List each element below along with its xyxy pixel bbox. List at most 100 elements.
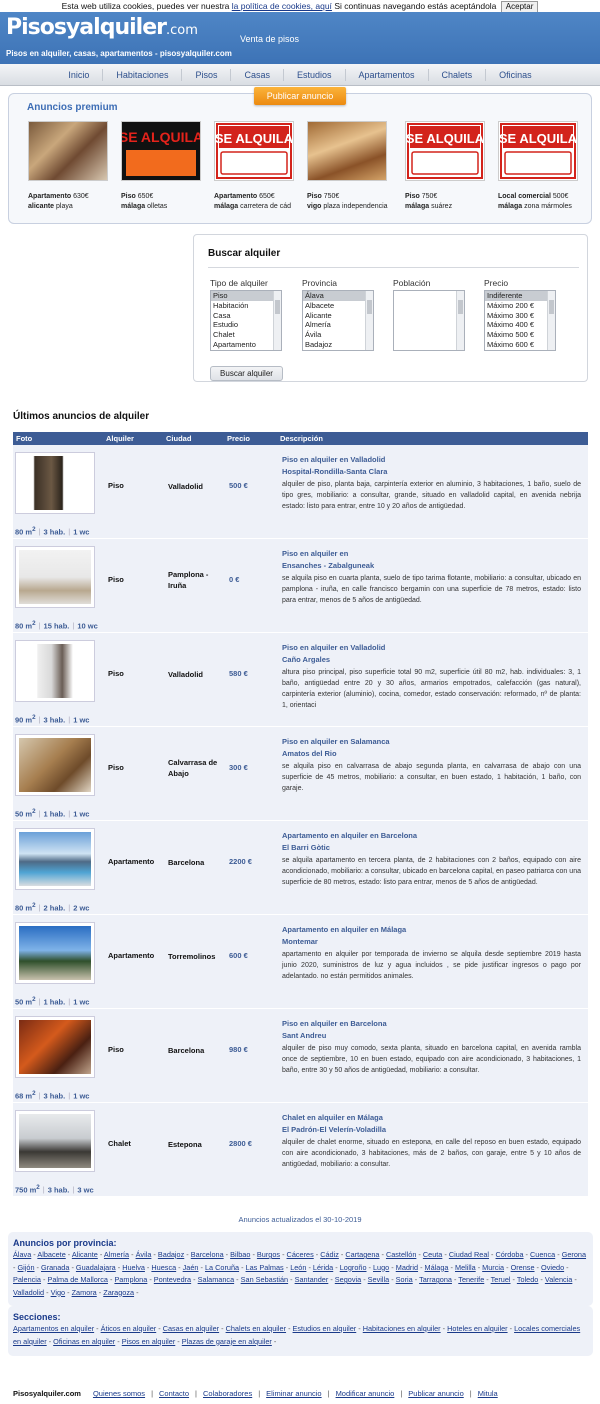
listing-row[interactable]: Piso Pamplona - Iruña 0 € Piso en alquiler … xyxy=(13,539,588,633)
tipo-select[interactable]: Piso Habitación Casa Estudio Chalet Apartamen… xyxy=(210,290,282,351)
select-option[interactable]: Máximo 600 € xyxy=(485,340,555,350)
listing-zone[interactable]: El Barri Gòtic xyxy=(282,842,581,854)
select-option[interactable]: Almería xyxy=(303,320,373,330)
footer-link[interactable]: Publicar anuncio xyxy=(408,1389,463,1398)
province-link[interactable]: Ávila xyxy=(136,1250,152,1259)
province-link[interactable]: Palencia xyxy=(13,1275,41,1284)
province-link[interactable]: Santander xyxy=(295,1275,329,1284)
listing-photo-frame[interactable] xyxy=(15,1110,95,1172)
listing-title[interactable]: Apartamento en alquiler en Barcelona xyxy=(282,830,581,842)
listing-title[interactable]: Piso en alquiler en Valladolid xyxy=(282,642,581,654)
property-photo[interactable] xyxy=(28,121,108,181)
select-option[interactable]: Albacete xyxy=(303,301,373,311)
nav-oficinas[interactable]: Oficinas xyxy=(486,69,545,81)
premium-card-type-price[interactable]: Apartamento 650€ xyxy=(214,193,299,200)
select-option[interactable]: Álava xyxy=(303,291,373,301)
provincia-scrollbar[interactable] xyxy=(365,291,373,350)
province-link[interactable]: Sevilla xyxy=(368,1275,390,1284)
province-link[interactable]: Pamplona xyxy=(114,1275,147,1284)
section-link[interactable]: Habitaciones en alquiler xyxy=(363,1324,441,1333)
province-link[interactable]: Toledo xyxy=(517,1275,539,1284)
section-link[interactable]: Plazas de garaje en alquiler xyxy=(182,1337,272,1346)
listing-photo[interactable] xyxy=(19,550,91,604)
province-link[interactable]: León xyxy=(290,1263,306,1272)
listing-photo-frame[interactable] xyxy=(15,640,95,702)
province-link[interactable]: Cartagena xyxy=(345,1250,379,1259)
section-link[interactable]: Oficinas en alquiler xyxy=(53,1337,115,1346)
province-link[interactable]: Valladolid xyxy=(13,1288,44,1297)
listing-photo[interactable] xyxy=(19,1114,91,1168)
province-link[interactable]: Ciudad Real xyxy=(449,1250,489,1259)
listing-photo[interactable] xyxy=(19,832,91,886)
listing-photo[interactable] xyxy=(19,738,91,792)
footer-link[interactable]: Modificar anuncio xyxy=(336,1389,395,1398)
province-link[interactable]: Huesca xyxy=(151,1263,176,1272)
province-link[interactable]: Gijón xyxy=(17,1263,34,1272)
premium-card[interactable]: Apartamento 630€ alicante playa xyxy=(28,121,113,210)
premium-card-location[interactable]: málaga carretera de cád xyxy=(214,203,299,210)
poblacion-scrollbar[interactable] xyxy=(456,291,464,350)
listing-zone[interactable]: Caño Argales xyxy=(282,654,581,666)
premium-card-type-price[interactable]: Apartamento 630€ xyxy=(28,193,113,200)
listing-row[interactable]: Piso Valladolid 580 € Piso en alquiler en V… xyxy=(13,633,588,727)
province-link[interactable]: Lugo xyxy=(373,1263,389,1272)
listing-photo-frame[interactable] xyxy=(15,452,95,514)
section-link[interactable]: Casas en alquiler xyxy=(163,1324,219,1333)
poblacion-select[interactable] xyxy=(393,290,465,351)
section-link[interactable]: Estudios en alquiler xyxy=(293,1324,357,1333)
select-option[interactable]: Máximo 200 € xyxy=(485,301,555,311)
province-link[interactable]: La Coruña xyxy=(205,1263,239,1272)
province-link[interactable]: Gerona xyxy=(562,1250,586,1259)
province-link[interactable]: Tenerife xyxy=(458,1275,484,1284)
provincia-select[interactable]: Álava Albacete Alicante Almería Ávila Badajoz xyxy=(302,290,374,351)
province-link[interactable]: Orense xyxy=(511,1263,535,1272)
select-option[interactable]: Estudio xyxy=(211,320,281,330)
select-option[interactable]: Badajoz xyxy=(303,340,373,350)
premium-card-location[interactable]: málaga suárez xyxy=(405,203,490,210)
premium-card[interactable]: SE ALQUILA Piso 750€ málaga suárez xyxy=(405,121,490,210)
listing-row[interactable]: Piso Calvarrasa de Abajo 300 € Piso en alqu… xyxy=(13,727,588,821)
province-link[interactable]: Salamanca xyxy=(198,1275,235,1284)
province-link[interactable]: Teruel xyxy=(491,1275,511,1284)
province-link[interactable]: Oviedo xyxy=(541,1263,564,1272)
listing-zone[interactable]: Montemar xyxy=(282,936,581,948)
province-link[interactable]: Álava xyxy=(13,1250,31,1259)
listing-row[interactable]: Apartamento Barcelona 2200 € Apartamento en… xyxy=(13,821,588,915)
listing-title[interactable]: Piso en alquiler en xyxy=(282,548,581,560)
footer-link[interactable]: Quienes somos xyxy=(93,1389,145,1398)
province-link[interactable]: Cáceres xyxy=(287,1250,314,1259)
select-option[interactable]: Chalet xyxy=(211,330,281,340)
select-option[interactable]: Apartamento xyxy=(211,340,281,350)
province-link[interactable]: Granada xyxy=(41,1263,69,1272)
nav-apartamentos[interactable]: Apartamentos xyxy=(346,68,429,81)
premium-card[interactable]: SE ALQUILA Local comercial 500€ málaga zon… xyxy=(498,121,583,210)
select-option[interactable]: Alicante xyxy=(303,311,373,321)
listing-photo[interactable] xyxy=(19,926,91,980)
province-link[interactable]: Segovia xyxy=(335,1275,361,1284)
province-link[interactable]: Ceuta xyxy=(423,1250,442,1259)
listing-zone[interactable]: Hospital-Rondilla-Santa Clara xyxy=(282,466,581,478)
province-link[interactable]: Valencia xyxy=(545,1275,572,1284)
province-link[interactable]: Albacete xyxy=(37,1250,65,1259)
province-link[interactable]: Lérida xyxy=(313,1263,333,1272)
listing-row[interactable]: Piso Barcelona 980 € Piso en alquiler en Ba… xyxy=(13,1009,588,1103)
province-link[interactable]: Zaragoza xyxy=(103,1288,134,1297)
premium-card[interactable]: SE ALQUILA Piso 650€ málaga olletas xyxy=(119,121,206,210)
listing-title[interactable]: Piso en alquiler en Barcelona xyxy=(282,1018,581,1030)
premium-card-type-price[interactable]: Piso 750€ xyxy=(307,193,392,200)
province-link[interactable]: Cádiz xyxy=(320,1250,339,1259)
province-link[interactable]: Palma de Mallorca xyxy=(48,1275,108,1284)
select-option[interactable]: Ávila xyxy=(303,330,373,340)
province-link[interactable]: Melilla xyxy=(455,1263,476,1272)
province-link[interactable]: Soria xyxy=(396,1275,413,1284)
listing-photo-frame[interactable] xyxy=(15,734,95,796)
select-option[interactable]: Habitación xyxy=(211,301,281,311)
se-alquila-sign-image[interactable]: SE ALQUILA xyxy=(119,121,203,181)
province-link[interactable]: Madrid xyxy=(396,1263,418,1272)
select-option[interactable]: Piso xyxy=(211,291,281,301)
premium-card-type-price[interactable]: Piso 650€ xyxy=(121,193,206,200)
province-link[interactable]: Zamora xyxy=(72,1288,97,1297)
footer-link[interactable]: Mitula xyxy=(478,1389,498,1398)
section-link[interactable]: Apartamentos en alquiler xyxy=(13,1324,94,1333)
province-link[interactable]: Burgos xyxy=(257,1250,280,1259)
